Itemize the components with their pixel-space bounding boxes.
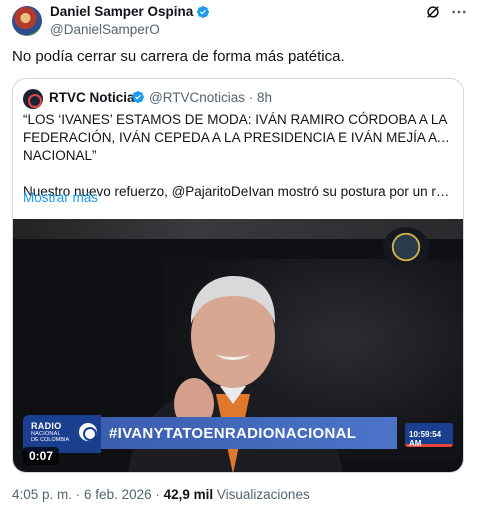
author-name[interactable]: Daniel Samper Ospina: [50, 4, 193, 19]
verified-badge-icon: [132, 91, 144, 103]
post-date[interactable]: 6 feb. 2026: [84, 487, 152, 502]
quoted-author-name[interactable]: RTVC Noticias: [49, 90, 142, 105]
grok-icon[interactable]: [424, 3, 442, 21]
views-label: Visualizaciones: [213, 487, 310, 502]
post-time[interactable]: 4:05 p. m.: [12, 487, 72, 502]
separator: ·: [151, 487, 164, 502]
verified-badge-icon: [197, 5, 210, 18]
hashtag-banner: #IVANYTATOENRADIONACIONAL: [101, 417, 397, 449]
quoted-text: “LOS ‘IVANES’ ESTAMOS DE MODA: IVÁN RAMI…: [23, 111, 453, 201]
separator: ·: [72, 487, 85, 502]
station-mark-icon: [79, 423, 97, 441]
video-duration: 0:07: [23, 447, 60, 465]
quoted-age: · 8h: [248, 90, 273, 105]
author-name-row[interactable]: Daniel Samper Ospina: [50, 4, 210, 19]
show-more-link[interactable]: Mostrar más: [23, 190, 98, 205]
quoted-text-line: FEDERACIÓN, IVÁN CEPEDA A LA PRESIDENCIA…: [23, 130, 453, 145]
views-count: 42,9 mil: [163, 487, 214, 502]
quoted-text-line: “LOS ‘IVANES’ ESTAMOS DE MODA: IVÁN RAMI…: [23, 112, 448, 127]
station-name-line3: DE COLOMBIA: [31, 437, 70, 443]
quoted-handle-text[interactable]: @RTVCnoticias: [149, 90, 245, 105]
author-handle[interactable]: @DanielSamperO: [50, 22, 160, 37]
post-text: No podía cerrar su carrera de forma más …: [12, 48, 345, 65]
broadcast-clock: 10:59:54 AM: [405, 423, 453, 448]
post-meta: 4:05 p. m. · 6 feb. 2026 · 42,9 mil Visu…: [12, 487, 310, 502]
station-name-line1: RADIO: [31, 421, 62, 431]
lower-third-banner: RADIO NACIONAL DE COLOMBIA #IVANYTATOENR…: [13, 415, 463, 453]
video-player[interactable]: RADIO NACIONAL DE COLOMBIA #IVANYTATOENR…: [13, 219, 463, 472]
more-icon[interactable]: [450, 3, 468, 21]
quoted-text-line: NACIONAL”: [23, 148, 97, 163]
quoted-post[interactable]: RTVC Noticias @RTVCnoticias · 8h “LOS ‘I…: [12, 78, 464, 473]
author-avatar[interactable]: [12, 6, 42, 36]
rtvc-logo-icon[interactable]: [23, 89, 43, 109]
channel-watermark-icon: [383, 227, 429, 267]
quoted-author-handle[interactable]: @RTVCnoticias · 8h: [149, 90, 272, 105]
